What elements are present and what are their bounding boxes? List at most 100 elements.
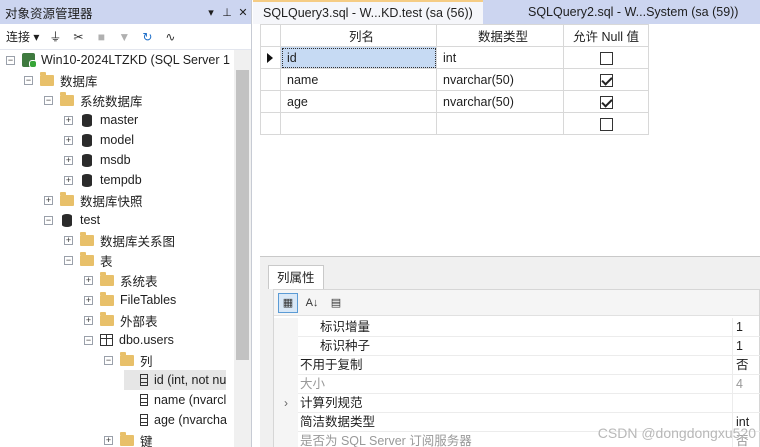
tree-node[interactable]: name (nvarcl (124, 390, 226, 410)
data-type-header: 数据类型 (436, 24, 564, 47)
alphabetical-sort-icon[interactable]: A↓ (302, 293, 322, 313)
column-name-cell[interactable] (280, 112, 437, 135)
tree-node[interactable]: + 外部表 (84, 310, 158, 330)
tree-node[interactable]: − 系统数据库 (44, 90, 143, 110)
property-value[interactable] (732, 394, 760, 413)
tree-node[interactable]: − Win10-2024LTZKD (SQL Server 1 (6, 50, 230, 70)
tree-node[interactable]: − test (44, 210, 100, 230)
property-row[interactable]: 大小 4 (274, 375, 760, 394)
disconnect-icon[interactable]: ✂ (71, 30, 85, 44)
collapse-icon[interactable]: − (64, 255, 73, 265)
column-row[interactable]: name nvarchar(50) (260, 68, 649, 91)
tree-node-label: name (nvarcl (154, 393, 227, 407)
expand-icon[interactable]: + (84, 315, 93, 325)
allow-null-checkbox[interactable] (599, 51, 613, 65)
property-pages-icon[interactable]: ▤ (326, 293, 346, 313)
tree-node[interactable]: + msdb (64, 150, 131, 170)
expand-icon[interactable]: + (64, 175, 73, 185)
stop-icon[interactable]: ■ (94, 30, 108, 44)
expand-icon[interactable]: + (64, 235, 73, 245)
row-selector[interactable] (260, 46, 281, 69)
property-row[interactable]: 不用于复制否 (274, 356, 760, 375)
dropdown-icon[interactable]: ▾ (203, 6, 219, 19)
tab-column-properties[interactable]: 列属性 (268, 265, 324, 289)
tree-node[interactable]: + 系统表 (84, 270, 158, 290)
expand-icon[interactable]: + (84, 295, 93, 305)
activity-monitor-icon[interactable]: ∿ (163, 30, 177, 44)
property-value[interactable]: 否 (732, 356, 760, 375)
object-explorer-scrollbar[interactable] (234, 50, 251, 447)
column-name-header: 列名 (280, 24, 437, 47)
property-value[interactable]: 4 (732, 375, 760, 394)
property-row[interactable]: 标识种子 1 (274, 337, 760, 356)
data-type-cell[interactable] (436, 112, 564, 135)
pin-icon[interactable]: ⊥ (219, 6, 235, 19)
tree-node[interactable]: + FileTables (84, 290, 176, 310)
tab-sqlquery3[interactable]: SQLQuery3.sql - W...KD.test (sa (56)) (253, 0, 483, 24)
tree-node[interactable]: + 键 (104, 430, 153, 447)
collapse-icon[interactable]: − (104, 355, 113, 365)
categorized-icon[interactable]: ▦ (278, 292, 298, 313)
folder-icon (100, 271, 114, 286)
property-value[interactable]: 1 (732, 318, 760, 337)
row-selector-header (260, 24, 281, 47)
collapse-icon[interactable]: − (84, 335, 93, 345)
column-row[interactable] (260, 112, 649, 135)
folder-icon (60, 91, 74, 106)
refresh-icon[interactable]: ↻ (140, 30, 154, 44)
property-row[interactable]: › 计算列规范 (274, 394, 760, 413)
scrollbar-thumb[interactable] (236, 70, 249, 360)
tree-node[interactable]: − 表 (64, 250, 113, 270)
allow-null-checkbox[interactable] (599, 73, 613, 87)
property-gutter (274, 375, 298, 394)
expand-icon[interactable]: + (84, 275, 93, 285)
column-name-cell[interactable]: name (280, 68, 437, 91)
row-selector[interactable] (260, 112, 281, 135)
tree-node-label: tempdb (100, 173, 142, 187)
property-row[interactable]: 标识增量 1 (274, 318, 760, 337)
collapse-icon[interactable]: − (24, 75, 33, 85)
column-row[interactable]: age nvarchar(50) (260, 90, 649, 113)
data-type-cell[interactable]: nvarchar(50) (436, 68, 564, 91)
allow-null-checkbox[interactable] (599, 117, 613, 131)
tree-node[interactable]: age (nvarcha (124, 410, 227, 430)
collapse-icon[interactable]: − (44, 95, 53, 105)
expand-icon[interactable]: + (64, 115, 73, 125)
tree-node[interactable]: + model (64, 130, 134, 150)
property-value[interactable]: 1 (732, 337, 760, 356)
database-icon (82, 153, 92, 167)
collapse-icon[interactable]: − (6, 55, 15, 65)
tree-node[interactable]: + 数据库关系图 (64, 230, 175, 250)
tree-node[interactable]: − 列 (104, 350, 153, 370)
allow-null-checkbox[interactable] (599, 95, 613, 109)
allow-null-cell (563, 68, 649, 91)
row-selector[interactable] (260, 90, 281, 113)
row-selector[interactable] (260, 68, 281, 91)
collapse-icon[interactable]: − (44, 215, 53, 225)
tree-node[interactable]: + 数据库快照 (44, 190, 143, 210)
close-icon[interactable]: ✕ (235, 6, 251, 19)
tree-node-label: 数据库 (60, 74, 98, 89)
filter-icon[interactable]: ▼ (117, 30, 131, 44)
tree-node[interactable]: + tempdb (64, 170, 142, 190)
expand-chevron-icon[interactable]: › (274, 394, 298, 413)
column-name-cell[interactable]: id (280, 46, 437, 69)
expand-icon[interactable]: + (44, 195, 53, 205)
tab-sqlquery2[interactable]: SQLQuery2.sql - W...System (sa (59)) (528, 0, 738, 24)
tree-node-label: master (100, 113, 139, 127)
expand-icon[interactable]: + (64, 135, 73, 145)
tree-node[interactable]: id (int, not nu (124, 370, 227, 390)
expand-icon[interactable]: + (64, 155, 73, 165)
tree-node[interactable]: + master (64, 110, 138, 130)
tree-node[interactable]: − 数据库 (24, 70, 98, 90)
tree-node[interactable]: − dbo.users (84, 330, 174, 350)
connect-button[interactable]: 连接 ▾ (6, 28, 39, 45)
expand-icon[interactable]: + (104, 435, 113, 445)
column-properties-area: 列属性 ▦ A↓ ▤ 标识增量 1 标识种子 1 不用于复制否大小 4 › 计算列规范 简洁数据… (260, 256, 760, 447)
data-type-cell[interactable]: nvarchar(50) (436, 90, 564, 113)
column-row[interactable]: id int (260, 46, 649, 69)
data-type-cell[interactable]: int (436, 46, 564, 69)
connect-plug-icon[interactable]: ⏚ (48, 30, 62, 44)
tree-node-label: 数据库快照 (80, 194, 143, 209)
column-name-cell[interactable]: age (280, 90, 437, 113)
